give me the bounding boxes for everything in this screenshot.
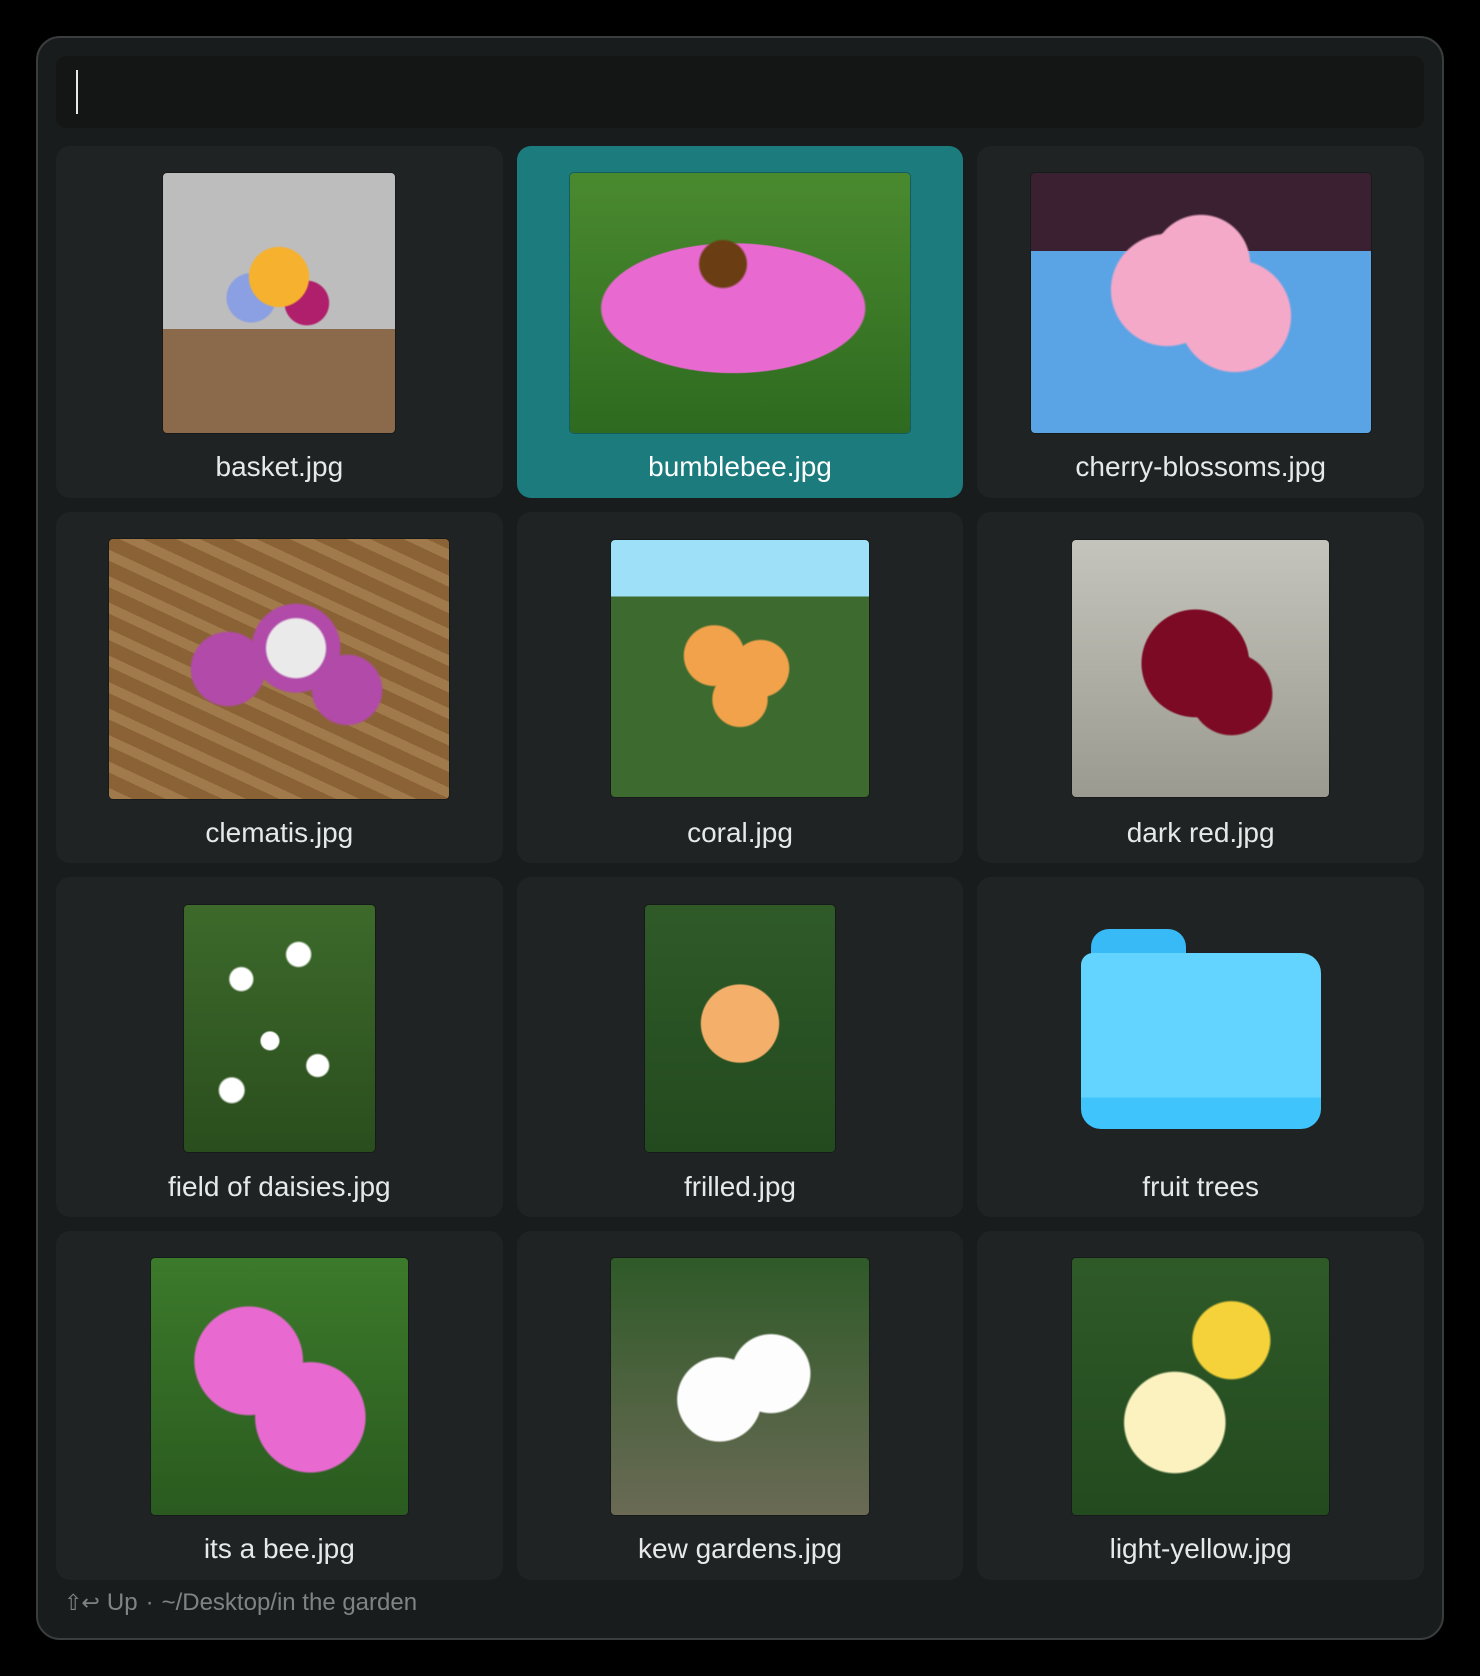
file-label: kew gardens.jpg [533, 1532, 948, 1566]
file-label: frilled.jpg [533, 1170, 948, 1204]
separator: · [146, 1589, 154, 1617]
thumbnail [533, 893, 948, 1169]
grid-item[interactable]: dark red.jpg [977, 512, 1424, 864]
search-bar[interactable] [56, 56, 1424, 128]
grid-item[interactable]: basket.jpg [56, 146, 503, 498]
grid-item[interactable]: cherry-blossoms.jpg [977, 146, 1424, 498]
file-label: cherry-blossoms.jpg [993, 450, 1408, 484]
file-label: fruit trees [993, 1170, 1408, 1204]
grid-item[interactable]: frilled.jpg [517, 877, 964, 1217]
thumbnail [533, 162, 948, 450]
search-input[interactable] [78, 56, 1404, 128]
thumbnail [72, 162, 487, 450]
file-grid: basket.jpg bumblebee.jpg cherry-blossoms… [56, 146, 1424, 1580]
grid-item[interactable]: clematis.jpg [56, 512, 503, 864]
file-label: dark red.jpg [993, 816, 1408, 850]
status-bar: ⇧↩ Up · ~/Desktop/in the garden [56, 1580, 1424, 1620]
folder-icon [1081, 929, 1321, 1129]
grid-item[interactable]: its a bee.jpg [56, 1231, 503, 1580]
thumbnail [72, 1247, 487, 1532]
grid-item[interactable]: field of daisies.jpg [56, 877, 503, 1217]
thumbnail [993, 893, 1408, 1169]
file-label: its a bee.jpg [72, 1532, 487, 1566]
thumbnail [993, 528, 1408, 816]
file-label: light-yellow.jpg [993, 1532, 1408, 1566]
grid-item[interactable]: kew gardens.jpg [517, 1231, 964, 1580]
file-label: clematis.jpg [72, 816, 487, 850]
file-label: coral.jpg [533, 816, 948, 850]
file-picker-window: basket.jpg bumblebee.jpg cherry-blossoms… [36, 36, 1444, 1640]
thumbnail [993, 162, 1408, 450]
shortcut-glyph: ⇧↩ [64, 1592, 99, 1614]
file-label: field of daisies.jpg [72, 1170, 487, 1204]
grid-item[interactable]: coral.jpg [517, 512, 964, 864]
thumbnail [72, 893, 487, 1169]
thumbnail [533, 1247, 948, 1532]
grid-item[interactable]: bumblebee.jpg [517, 146, 964, 498]
file-label: bumblebee.jpg [533, 450, 948, 484]
thumbnail [533, 528, 948, 816]
up-action-label[interactable]: Up [107, 1589, 138, 1617]
thumbnail [993, 1247, 1408, 1532]
grid-item[interactable]: light-yellow.jpg [977, 1231, 1424, 1580]
grid-item[interactable]: fruit trees [977, 877, 1424, 1217]
thumbnail [72, 528, 487, 816]
file-label: basket.jpg [72, 450, 487, 484]
current-path: ~/Desktop/in the garden [162, 1589, 418, 1617]
